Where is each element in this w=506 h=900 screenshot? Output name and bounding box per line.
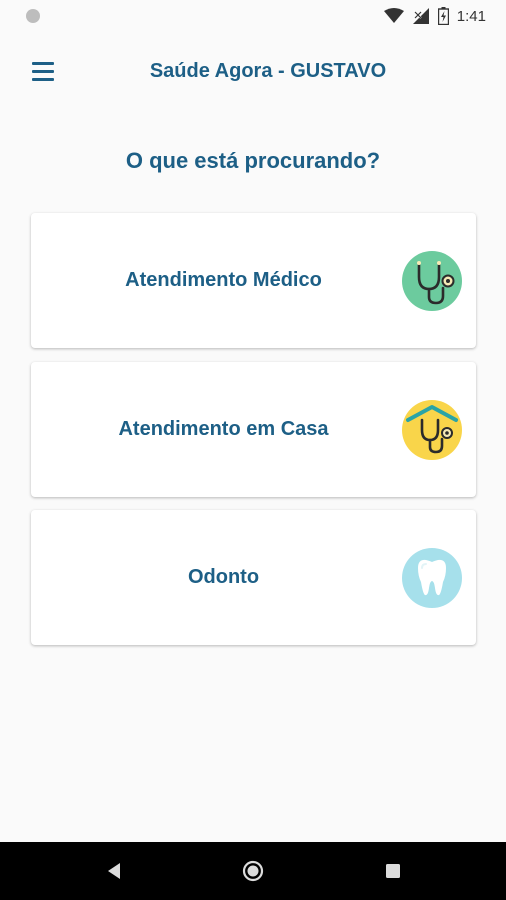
tooth-icon (402, 548, 462, 608)
cellular-icon (412, 8, 429, 24)
system-nav-bar (0, 842, 506, 900)
recents-icon[interactable] (381, 859, 405, 883)
home-stethoscope-icon (402, 400, 462, 460)
status-time: 1:41 (456, 7, 486, 25)
battery-icon (437, 7, 449, 25)
option-card-atendimento-em-casa[interactable]: Atendimento em Casa (31, 362, 476, 497)
app-title: Saúde Agora - GUSTAVO (149, 60, 387, 82)
option-label: Atendimento Médico (125, 269, 322, 291)
app-bar: Saúde Agora - GUSTAVO (0, 40, 506, 104)
notification-dot-icon (26, 9, 40, 23)
option-card-odonto[interactable]: Odonto (31, 510, 476, 645)
page-heading: O que está procurando? (125, 148, 381, 173)
status-icons: 1:41 (383, 6, 486, 26)
stethoscope-icon (402, 251, 462, 311)
wifi-icon (383, 8, 404, 23)
option-label: Odonto (187, 566, 260, 588)
option-label: Atendimento em Casa (118, 418, 329, 440)
status-bar: 1:41 (0, 0, 506, 32)
back-icon[interactable] (102, 859, 126, 883)
option-card-atendimento-medico[interactable]: Atendimento Médico (31, 213, 476, 348)
home-icon[interactable] (241, 859, 265, 883)
